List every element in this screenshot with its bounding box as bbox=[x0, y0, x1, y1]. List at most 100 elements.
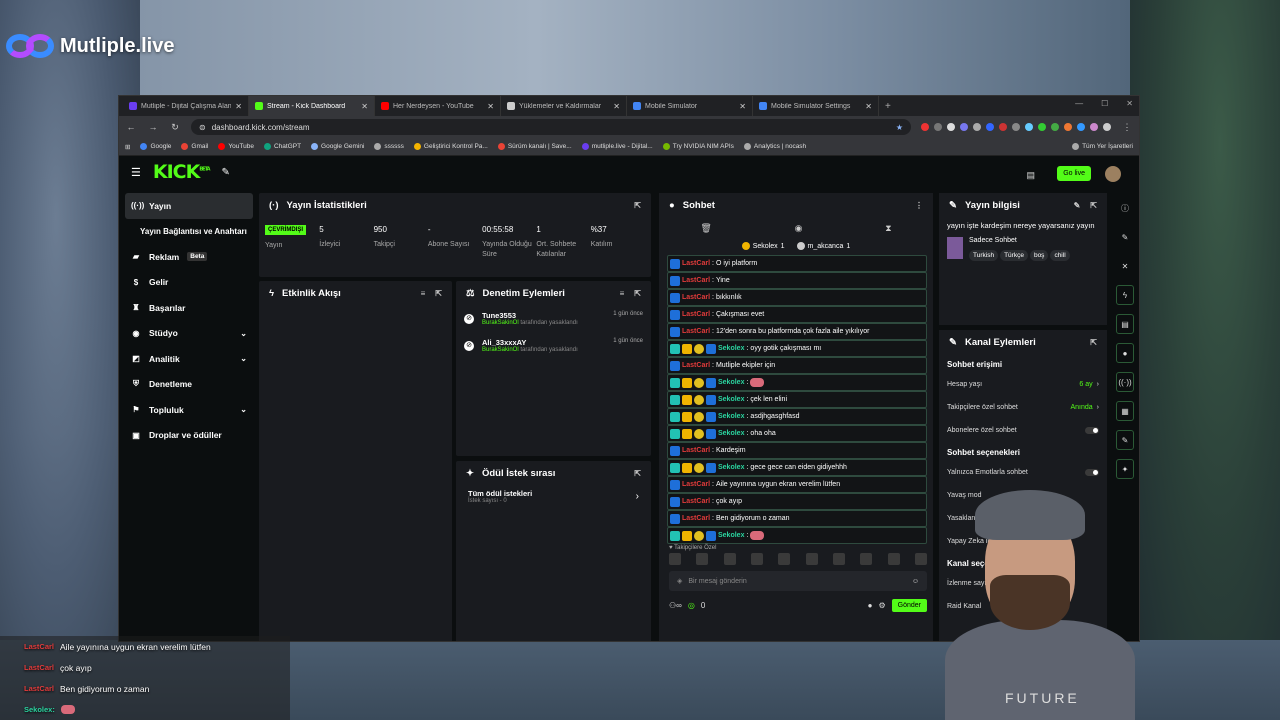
account-age-option[interactable]: Hesap yaşı 6 ay › bbox=[939, 373, 1107, 396]
chat-username[interactable]: LastCarl bbox=[682, 311, 710, 318]
chat-username[interactable]: LastCarl bbox=[682, 515, 710, 522]
chat-username[interactable]: LastCarl bbox=[682, 498, 710, 505]
list-icon[interactable]: ▦ bbox=[1116, 401, 1134, 421]
emote-icon[interactable] bbox=[750, 553, 763, 565]
moderator-name[interactable]: BurakSakinOl bbox=[482, 347, 519, 353]
chevron-down-icon[interactable]: ⌄ bbox=[240, 329, 247, 338]
bookmark-item[interactable]: Google Gemini bbox=[311, 143, 364, 150]
chat-message[interactable]: Sekolex: oha oha bbox=[667, 425, 927, 442]
back-icon[interactable]: ← bbox=[125, 122, 137, 132]
chat-message[interactable]: Sekolex: asdjhgasghfasd bbox=[667, 408, 927, 425]
sidebar-item[interactable]: ((·)) Yayın bbox=[125, 193, 253, 219]
wrench-icon[interactable]: ✎ bbox=[1116, 430, 1134, 450]
chat-message[interactable]: LastCarl: Mutliple ekipler için bbox=[667, 357, 927, 374]
chat-message[interactable]: LastCarl: Kardeşim bbox=[667, 442, 927, 459]
chevron-down-icon[interactable]: ⌄ bbox=[240, 405, 247, 414]
bookmark-item[interactable]: Gmail bbox=[181, 143, 208, 150]
info-icon[interactable]: ⓘ bbox=[1116, 198, 1134, 218]
close-tab-icon[interactable]: ✕ bbox=[235, 102, 242, 111]
extension-icon[interactable] bbox=[1077, 123, 1085, 131]
browser-tab[interactable]: Stream - Kick Dashboard ✕ bbox=[249, 96, 375, 116]
pinned-user[interactable]: m_akcanca 1 bbox=[796, 239, 850, 253]
popout-icon[interactable]: ⇱ bbox=[634, 201, 641, 210]
chat-message[interactable]: LastCarl: Ben gidiyorum o zaman bbox=[667, 510, 927, 527]
chat-message[interactable]: Sekolex: gece gece can eiden gidiyehhh bbox=[667, 459, 927, 476]
extension-icon[interactable] bbox=[999, 123, 1007, 131]
emote-icon[interactable] bbox=[696, 553, 709, 565]
sidebar-item[interactable]: ▰ Reklam Beta bbox=[125, 244, 253, 270]
stream-manager-icon[interactable]: ▤ bbox=[1026, 170, 1035, 181]
extension-icon[interactable] bbox=[986, 123, 994, 131]
minimize-icon[interactable]: — bbox=[1075, 99, 1083, 108]
sidebar-item[interactable]: Yayın Bağlantısı ve Anahtarı bbox=[125, 219, 253, 245]
forward-icon[interactable]: → bbox=[147, 122, 159, 132]
sidebar-item[interactable]: ▣ Droplar ve ödüller bbox=[125, 423, 253, 449]
close-tab-icon[interactable]: ✕ bbox=[361, 102, 368, 111]
bookmark-item[interactable]: ChatGPT bbox=[263, 143, 301, 150]
close-tab-icon[interactable]: ✕ bbox=[613, 102, 620, 111]
stream-tag[interactable]: chill bbox=[1050, 250, 1070, 261]
chat-username[interactable]: LastCarl bbox=[682, 362, 710, 369]
chat-message[interactable]: LastCarl: O iyi platform bbox=[667, 255, 927, 272]
chat-username[interactable]: Sekolex bbox=[718, 413, 744, 420]
chat-message[interactable]: Sekolex: çek len elini bbox=[667, 391, 927, 408]
sidebar-item[interactable]: ⚑ Topluluk ⌄ bbox=[125, 397, 253, 423]
go-live-button[interactable]: Go live bbox=[1057, 166, 1091, 181]
emote-icon[interactable] bbox=[723, 553, 736, 565]
followers-only-option[interactable]: Takipçilere özel sohbet Anında › bbox=[939, 396, 1107, 419]
hourglass-icon[interactable]: ⧗ bbox=[885, 223, 891, 234]
extension-icon[interactable] bbox=[973, 123, 981, 131]
site-info-icon[interactable]: ⊜ bbox=[199, 123, 206, 132]
filter-icon[interactable]: ≡ bbox=[620, 289, 625, 298]
send-button[interactable]: Gönder bbox=[891, 599, 927, 612]
chat-message[interactable]: Sekolex: oyy gotik çakışması mı bbox=[667, 340, 927, 357]
bookmark-item[interactable]: Try NVIDIA NIM APIs bbox=[662, 143, 734, 150]
close-tab-icon[interactable]: ✕ bbox=[487, 102, 494, 111]
emote-icon[interactable] bbox=[805, 553, 818, 565]
popout-icon[interactable]: ⇱ bbox=[1090, 338, 1097, 347]
expand-icon[interactable]: ✕ bbox=[1116, 256, 1134, 276]
emote-icon[interactable] bbox=[860, 553, 873, 565]
chat-message[interactable]: LastCarl: Çakışması evet bbox=[667, 306, 927, 323]
chat-username[interactable]: Sekolex bbox=[718, 345, 744, 352]
chat-message[interactable]: Sekolex: bbox=[667, 374, 927, 391]
chat-username[interactable]: LastCarl bbox=[682, 481, 710, 488]
trash-icon[interactable]: 🗑 bbox=[700, 223, 711, 234]
chat-message[interactable]: Sekolex: bbox=[667, 527, 927, 544]
stream-tag[interactable]: Turkish bbox=[969, 250, 999, 261]
extension-icon[interactable] bbox=[921, 123, 929, 131]
chat-username[interactable]: LastCarl bbox=[682, 260, 710, 267]
extension-icon[interactable] bbox=[934, 123, 942, 131]
chat-bubble-icon[interactable]: ● bbox=[868, 601, 873, 610]
sidebar-item[interactable]: $ Gelir bbox=[125, 270, 253, 296]
moderator-name[interactable]: BurakSakinOl bbox=[482, 320, 519, 326]
browser-tab[interactable]: Mobile Simulator ✕ bbox=[627, 96, 753, 116]
moderation-row[interactable]: ⊘ Tune3553 BurakSakinOl tarafından yasakla… bbox=[456, 305, 651, 332]
extension-icon[interactable] bbox=[1064, 123, 1072, 131]
bookmark-item[interactable]: YouTube bbox=[218, 143, 254, 150]
chat-username[interactable]: Sekolex bbox=[718, 464, 744, 471]
chat-username[interactable]: Sekolex bbox=[718, 396, 744, 403]
emote-icon[interactable] bbox=[669, 553, 681, 565]
chat-message[interactable]: LastCarl: çok ayıp bbox=[667, 493, 927, 510]
bookmark-item[interactable]: Geliştirici Kontrol Pa... bbox=[413, 143, 488, 150]
bookmark-star-icon[interactable]: ★ bbox=[896, 123, 903, 132]
chat-username[interactable]: LastCarl bbox=[682, 447, 710, 454]
lightning-icon[interactable]: ϟ bbox=[1116, 285, 1134, 305]
chat-username[interactable]: LastCarl bbox=[682, 328, 710, 335]
all-rewards-row[interactable]: Tüm ödül istekleri İstek sayısı - 0 › bbox=[456, 485, 651, 508]
extension-icon[interactable] bbox=[1090, 123, 1098, 131]
emote-icon[interactable] bbox=[914, 553, 927, 565]
extension-icon[interactable] bbox=[960, 123, 968, 131]
bookmark-item[interactable]: mutliple.live - Dijital... bbox=[581, 143, 653, 150]
extension-icon[interactable] bbox=[1025, 123, 1033, 131]
popout-icon[interactable]: ⇱ bbox=[1090, 201, 1097, 210]
sidebar-item[interactable]: ◉ Stüdyo ⌄ bbox=[125, 321, 253, 347]
chat-message[interactable]: LastCarl:12'den sonra bu platformda çok … bbox=[667, 323, 927, 340]
chat-message[interactable]: LastCarl: bıkkınlık bbox=[667, 289, 927, 306]
bookmark-item[interactable]: Sürüm kanalı | Save... bbox=[497, 143, 572, 150]
extension-icon[interactable] bbox=[1012, 123, 1020, 131]
url-field[interactable]: ⊜ dashboard.kick.com/stream ★ bbox=[191, 119, 911, 135]
reload-icon[interactable]: ↻ bbox=[169, 122, 181, 133]
hamburger-menu-icon[interactable]: ☰ bbox=[131, 166, 141, 179]
